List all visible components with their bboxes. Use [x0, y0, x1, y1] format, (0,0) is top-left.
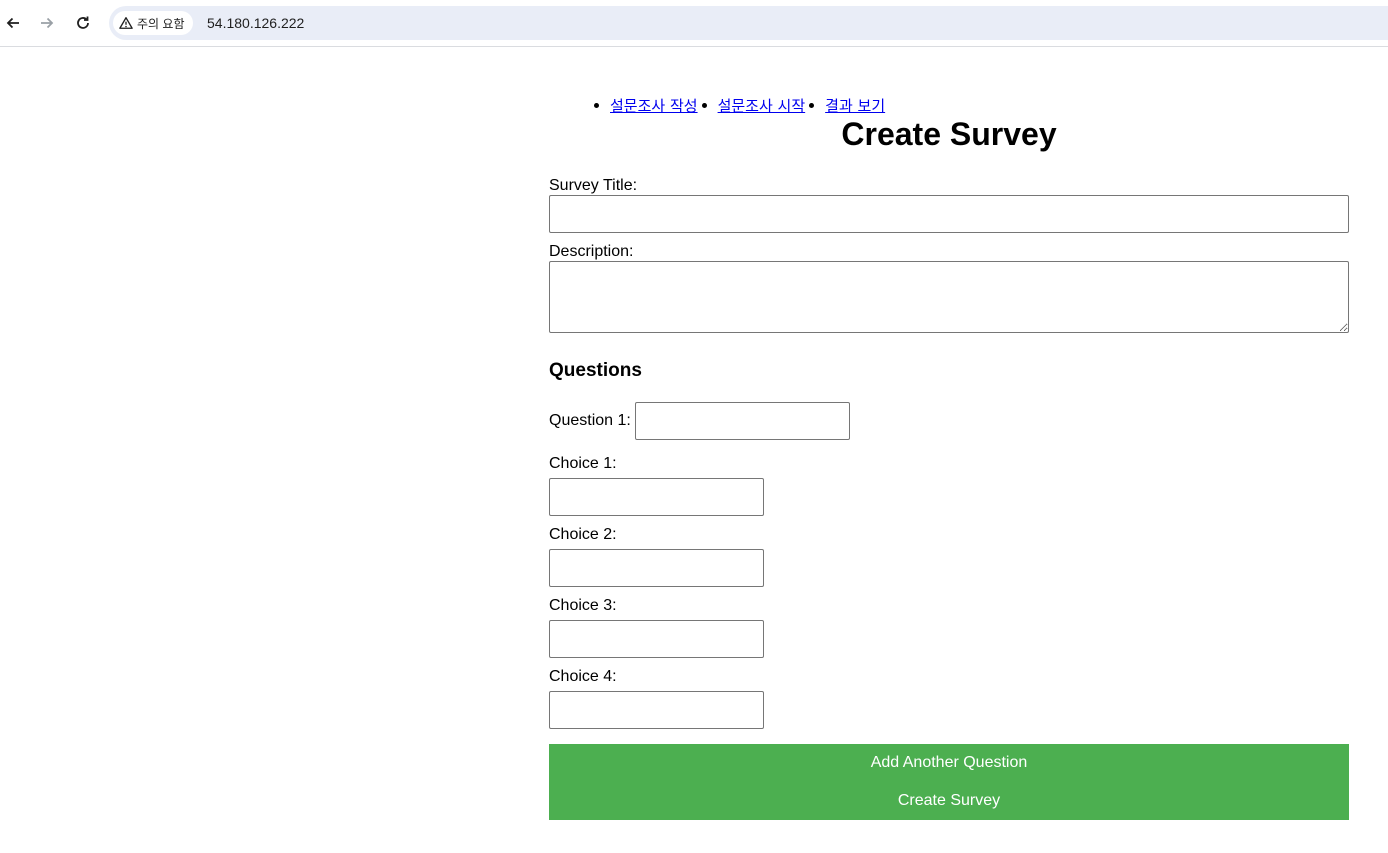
questions-heading: Questions	[549, 360, 642, 381]
choice-4-label: Choice 4:	[549, 668, 617, 685]
choice-4-input[interactable]	[549, 691, 764, 729]
arrow-right-icon	[41, 17, 54, 29]
url-text[interactable]: 54.180.126.222	[207, 15, 304, 31]
browser-toolbar: 주의 요함 54.180.126.222	[0, 0, 1388, 47]
survey-title-input[interactable]	[549, 195, 1349, 233]
reload-icon	[77, 16, 89, 29]
nav-link-view-results[interactable]: 결과 보기	[825, 95, 885, 116]
question-row: Question 1:	[549, 402, 850, 440]
nav-item: 설문조사 작성	[594, 95, 698, 116]
nav-link-create-survey[interactable]: 설문조사 작성	[610, 95, 698, 116]
description-textarea[interactable]	[549, 261, 1349, 333]
bullet	[594, 103, 599, 108]
warning-triangle-icon	[119, 17, 133, 29]
bullet	[809, 103, 815, 108]
question-input[interactable]	[634, 402, 850, 440]
back-button[interactable]	[0, 10, 26, 36]
forward-button[interactable]	[34, 10, 60, 36]
choice-2-input[interactable]	[549, 549, 764, 587]
bullet	[701, 103, 707, 108]
nav-item: 설문조사 시작	[698, 95, 806, 116]
choice-3-label: Choice 3:	[549, 597, 617, 614]
create-survey-button[interactable]: Create Survey	[549, 782, 1349, 820]
arrow-left-icon	[6, 17, 19, 29]
nav-links: 설문조사 작성 설문조사 시작 결과 보기	[594, 95, 885, 116]
nav-link-start-survey[interactable]: 설문조사 시작	[718, 95, 806, 116]
choice-1-input[interactable]	[549, 478, 764, 516]
choice-2-label: Choice 2:	[549, 526, 617, 543]
survey-title-label: Survey Title:	[549, 177, 638, 194]
add-question-button[interactable]: Add Another Question	[549, 744, 1349, 782]
address-bar[interactable]: 주의 요함 54.180.126.222	[109, 6, 1388, 40]
security-label: 주의 요함	[137, 16, 185, 31]
page-title: Create Survey	[841, 116, 1057, 152]
reload-button[interactable]	[70, 10, 96, 36]
question-label: Question 1:	[549, 412, 631, 429]
choice-1-label: Choice 1:	[549, 455, 617, 472]
choice-3-input[interactable]	[549, 620, 764, 658]
security-indicator[interactable]: 주의 요함	[113, 11, 193, 35]
description-label: Description:	[549, 243, 634, 260]
nav-item: 결과 보기	[805, 95, 885, 116]
